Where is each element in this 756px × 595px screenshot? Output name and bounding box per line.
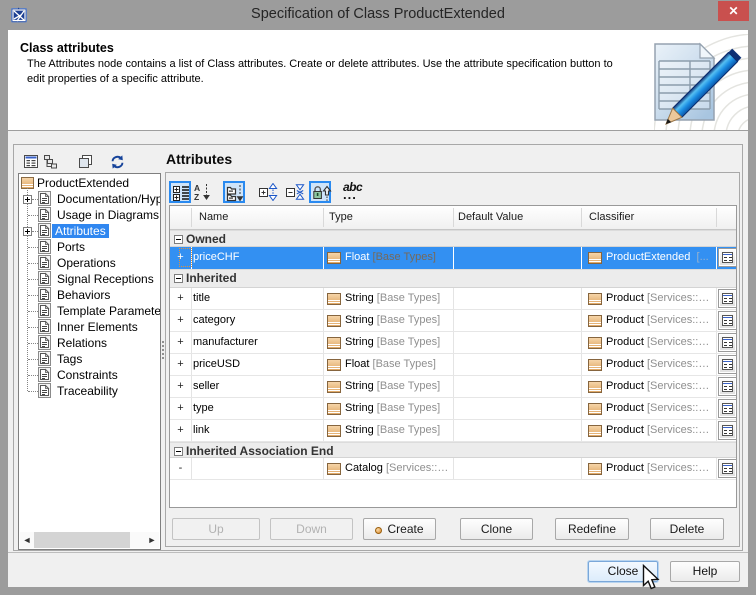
svg-text:Z: Z bbox=[194, 192, 199, 201]
